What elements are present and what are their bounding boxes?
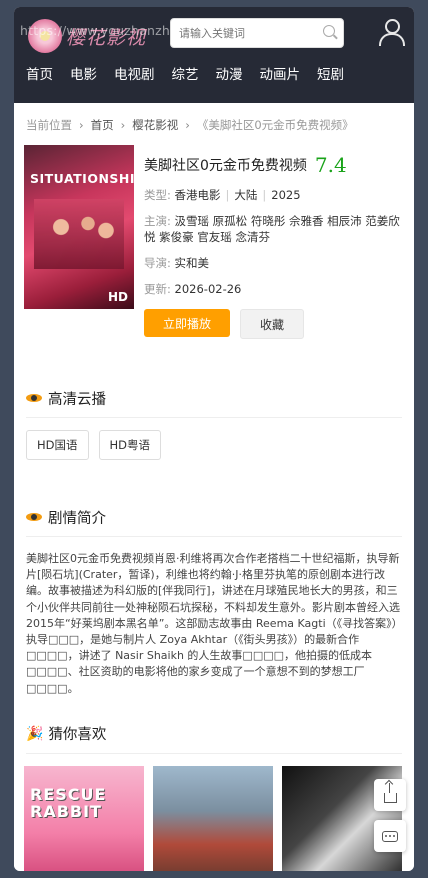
- header: 樱花影视 https://www.youzhanzhang.com/shop19…: [14, 7, 414, 103]
- chevron-right-icon: ›: [185, 118, 190, 132]
- breadcrumb-home[interactable]: 首页: [91, 117, 114, 133]
- source-cantonese-button[interactable]: HD粤语: [98, 430, 162, 460]
- movie-score: 7.4: [314, 153, 347, 177]
- search-input[interactable]: [171, 19, 321, 47]
- recommend-list: RESCUE RABBIT: [14, 754, 414, 871]
- sources-title: 高清云播: [48, 391, 106, 408]
- logo[interactable]: 樱花影视: [28, 19, 146, 53]
- recommend-item-title: RESCUE RABBIT: [30, 784, 107, 821]
- chat-icon: [382, 830, 398, 842]
- chevron-right-icon: ›: [120, 118, 126, 132]
- updated-date: 2026-02-26: [174, 282, 242, 296]
- main-nav: 首页 电影 电视剧 综艺 动漫 动画片 短剧: [14, 63, 414, 83]
- breadcrumb: 当前位置 › 首页 › 樱花影视 › 《美脚社区0元金币免费视频》: [14, 103, 414, 133]
- poster-image: [34, 199, 124, 269]
- nav-item-tv[interactable]: 电视剧: [114, 63, 155, 83]
- type-region[interactable]: 大陆: [234, 188, 257, 202]
- sources-heading: 高清云播: [14, 387, 414, 409]
- user-icon-body: [379, 33, 405, 46]
- synopsis-title: 剧情简介: [48, 510, 106, 527]
- director-label: 导演:: [144, 256, 171, 270]
- recommend-item[interactable]: [153, 765, 273, 871]
- search-icon[interactable]: [323, 25, 335, 37]
- title-row: 美脚社区0元金币免费视频 7.4: [144, 153, 404, 177]
- eye-icon: [26, 394, 42, 402]
- director-row: 导演: 实和美: [144, 255, 404, 271]
- breadcrumb-category[interactable]: 樱花影视: [132, 117, 178, 133]
- movie-info: SITUATIONSHIP HD 美脚社区0元金币免费视频 7.4 类型: 香港…: [14, 133, 414, 339]
- app-frame: 樱花影视 https://www.youzhanzhang.com/shop19…: [14, 7, 414, 871]
- recommend-item[interactable]: RESCUE RABBIT: [24, 765, 144, 871]
- share-button[interactable]: [374, 779, 406, 811]
- movie-poster[interactable]: SITUATIONSHIP HD: [24, 145, 144, 309]
- chevron-right-icon: ›: [79, 118, 84, 132]
- updated-label: 更新:: [144, 282, 171, 296]
- nav-item-cartoon[interactable]: 动画片: [260, 63, 301, 83]
- sakura-logo-icon: [28, 19, 62, 53]
- cast-list[interactable]: 汲雪瑶 原孤松 符晓彤 佘雅香 相辰沛 范姜欣悦 紫俊豪 官友瑶 念清芬: [144, 214, 400, 244]
- nav-item-anime[interactable]: 动漫: [216, 63, 243, 83]
- nav-item-home[interactable]: 首页: [26, 63, 53, 83]
- source-mandarin-button[interactable]: HD国语: [26, 430, 89, 460]
- eye-icon: [26, 513, 42, 521]
- movie-meta: 美脚社区0元金币免费视频 7.4 类型: 香港电影 | 大陆 | 2025 主演: 汲雪…: [144, 145, 404, 339]
- play-button[interactable]: 立即播放: [144, 309, 230, 337]
- updated-row: 更新: 2026-02-26: [144, 281, 404, 297]
- party-popper-icon: 🎉: [26, 725, 44, 742]
- nav-item-movie[interactable]: 电影: [70, 63, 97, 83]
- synopsis-heading: 剧情简介: [14, 506, 414, 528]
- movie-title: 美脚社区0元金币免费视频: [144, 158, 307, 174]
- brand-name: 樱花影视: [66, 26, 147, 49]
- type-year[interactable]: 2025: [271, 188, 300, 202]
- breadcrumb-current: 《美脚社区0元金币免费视频》: [196, 118, 354, 132]
- main-content: 当前位置 › 首页 › 樱花影视 › 《美脚社区0元金币免费视频》 SITUAT…: [14, 103, 414, 871]
- type-genre[interactable]: 香港电影: [175, 188, 221, 202]
- favorite-button[interactable]: 收藏: [240, 309, 304, 339]
- cast-row: 主演: 汲雪瑶 原孤松 符晓彤 佘雅香 相辰沛 范姜欣悦 紫俊豪 官友瑶 念清芬: [144, 213, 404, 245]
- likes-title: 猜你喜欢: [48, 727, 107, 744]
- nav-item-variety[interactable]: 综艺: [172, 63, 199, 83]
- user-icon-head: [385, 19, 400, 34]
- poster-title: SITUATIONSHIP: [30, 171, 145, 186]
- chat-button[interactable]: [374, 820, 406, 852]
- hd-badge: HD: [107, 290, 128, 304]
- director-name[interactable]: 实和美: [175, 256, 210, 270]
- likes-heading: 🎉 猜你喜欢: [14, 723, 414, 745]
- share-icon: [383, 783, 397, 803]
- nav-item-short[interactable]: 短剧: [317, 63, 344, 83]
- action-buttons: 立即播放 收藏: [144, 309, 404, 339]
- type-row: 类型: 香港电影 | 大陆 | 2025: [144, 188, 301, 202]
- synopsis-text: 美脚社区0元金币免费视频肖恩·利维将再次合作老搭档二十世纪福斯，执导新片[陨石坑…: [26, 552, 400, 695]
- cast-label: 主演:: [144, 214, 171, 228]
- type-label: 类型:: [144, 188, 171, 202]
- search-box: [170, 18, 344, 48]
- user-icon[interactable]: [378, 19, 405, 47]
- source-list: HD国语 HD粤语: [14, 418, 414, 460]
- breadcrumb-label: 当前位置: [26, 118, 72, 132]
